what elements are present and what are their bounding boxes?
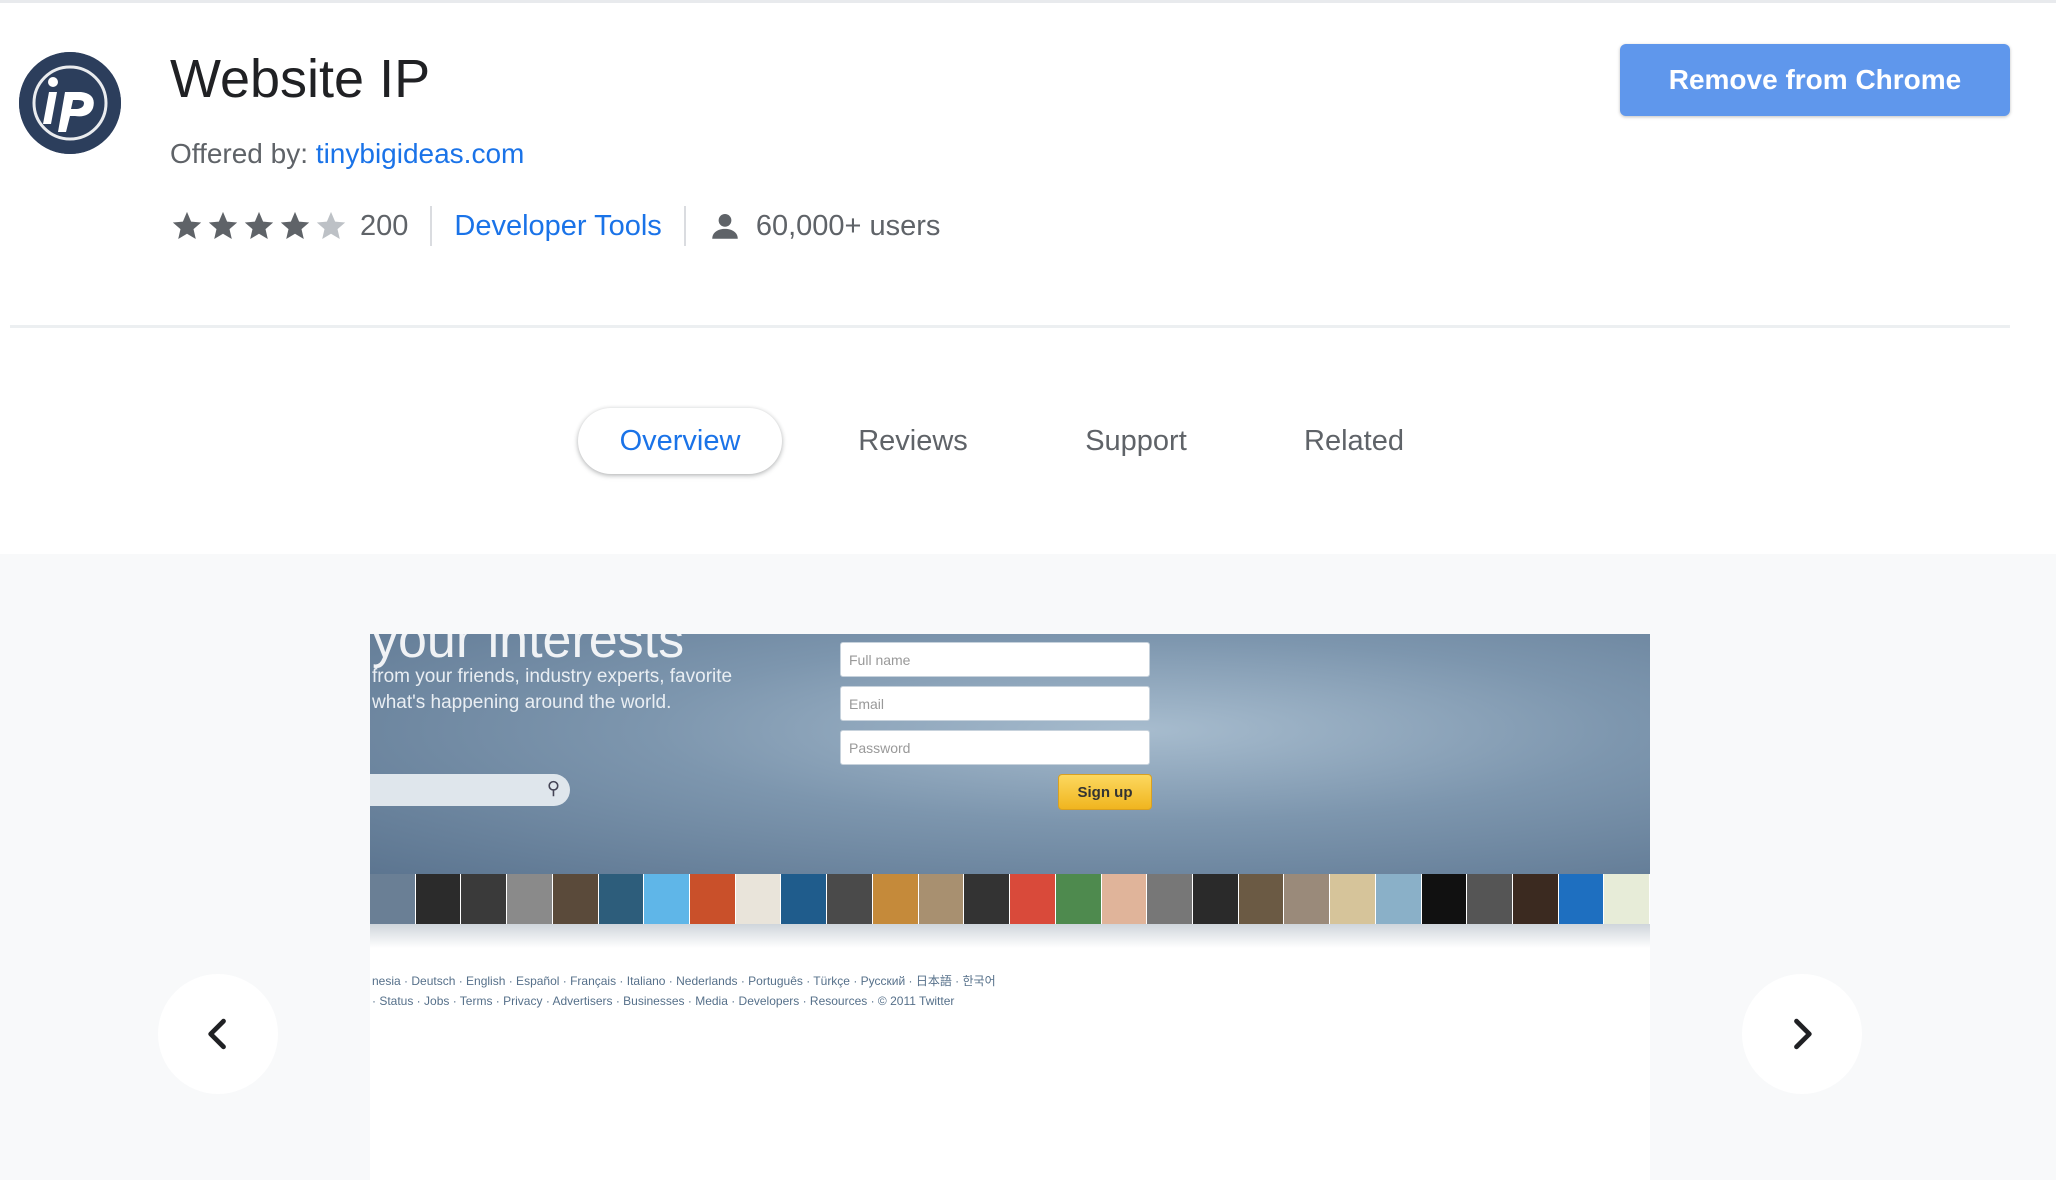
photo-tile — [1010, 874, 1056, 924]
photo-tile — [1512, 874, 1559, 924]
photo-tile — [1558, 874, 1605, 924]
photo-tile — [781, 874, 828, 924]
screenshot-footer-links: · Status · Jobs · Terms · Privacy · Adve… — [372, 994, 955, 1008]
photo-tile — [1604, 874, 1650, 924]
screenshot-search-field: ⚲ — [370, 774, 570, 806]
photo-tile — [507, 874, 553, 924]
screenshot-email-field: Email — [840, 686, 1150, 721]
photo-tile — [1147, 874, 1193, 924]
user-count: 60,000+ users — [755, 209, 941, 242]
offered-by: Offered by: tinybigideas.com — [170, 138, 524, 170]
screenshot-heading: your interests — [372, 634, 685, 669]
tab-reviews[interactable]: Reviews — [830, 408, 996, 474]
photo-tile — [1284, 874, 1331, 924]
photo-tile — [1330, 874, 1376, 924]
photo-tile — [644, 874, 691, 924]
star-icon — [244, 211, 274, 240]
screenshot-footer-languages: nesia · Deutsch · English · Español · Fr… — [372, 974, 996, 988]
rating-stars[interactable] — [170, 209, 348, 243]
photo-tile — [1055, 874, 1102, 924]
meta-divider — [683, 206, 686, 246]
star-icon — [280, 211, 310, 240]
ip-logo-icon — [19, 52, 121, 154]
photo-tile — [1238, 874, 1285, 924]
star-icon — [172, 211, 202, 240]
photo-tile — [552, 874, 599, 924]
photo-tile — [964, 874, 1011, 924]
tab-support[interactable]: Support — [1060, 408, 1212, 474]
offered-by-link[interactable]: tinybigideas.com — [316, 138, 525, 169]
extension-title: Website IP — [170, 49, 431, 109]
star-empty-icon — [316, 211, 346, 240]
photo-tile — [918, 874, 965, 924]
chevron-left-icon — [208, 1018, 226, 1050]
photo-tile — [1192, 874, 1239, 924]
tab-related[interactable]: Related — [1276, 408, 1432, 474]
screenshot-photo-strip — [370, 874, 1650, 924]
photo-tile — [1101, 874, 1148, 924]
screenshot-password-field: Password — [840, 730, 1150, 765]
chevron-right-icon — [1794, 1018, 1812, 1050]
photo-tile — [872, 874, 919, 924]
carousel-prev-button[interactable] — [158, 974, 278, 1094]
offered-by-label: Offered by: — [170, 138, 309, 169]
photo-tile — [598, 874, 645, 924]
star-icon — [208, 211, 238, 240]
screenshot-signup-button: Sign up — [1058, 774, 1152, 810]
extension-meta: 200 Developer Tools 60,000+ users — [170, 204, 940, 248]
meta-divider — [430, 206, 433, 246]
photo-tile — [1421, 874, 1468, 924]
photo-tile — [690, 874, 736, 924]
rating-count[interactable]: 200 — [360, 210, 408, 243]
photo-tile — [1467, 874, 1513, 924]
screenshot-subtext: what's happening around the world. — [372, 692, 672, 713]
detail-tabs: Overview Reviews Support Related — [0, 408, 2056, 478]
category-link[interactable]: Developer Tools — [454, 210, 661, 243]
photo-tile — [415, 874, 462, 924]
photo-tile — [461, 874, 508, 924]
photo-tile — [827, 874, 873, 924]
screenshot-subtext: from your friends, industry experts, fav… — [372, 666, 733, 687]
photo-tile — [1375, 874, 1422, 924]
tab-overview[interactable]: Overview — [578, 408, 782, 474]
photo-strip-reflection — [370, 924, 1650, 948]
screenshot-hero: your interests from your friends, indust… — [370, 634, 1650, 874]
search-icon: ⚲ — [546, 778, 560, 798]
photo-tile — [370, 874, 416, 924]
top-border — [0, 0, 2056, 3]
screenshot-full-name-field: Full name — [840, 642, 1150, 677]
remove-from-chrome-button[interactable]: Remove from Chrome — [1620, 44, 2010, 116]
photo-tile — [735, 874, 782, 924]
user-icon — [712, 213, 738, 239]
screenshot-gallery: your interests from your friends, indust… — [0, 554, 2056, 1180]
screenshot-image: your interests from your friends, indust… — [370, 634, 1650, 1180]
carousel-next-button[interactable] — [1742, 974, 1862, 1094]
header-divider — [10, 325, 2010, 328]
